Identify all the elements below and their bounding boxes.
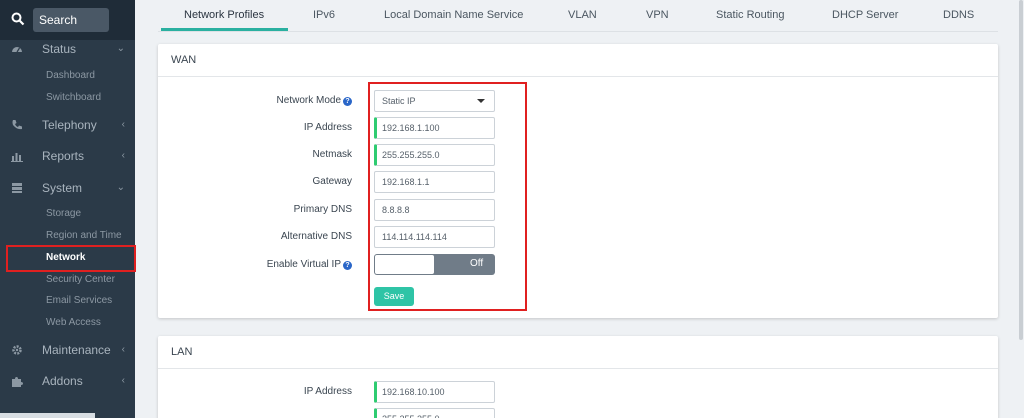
lan-ip-address-input[interactable]: 192.168.10.100 xyxy=(374,381,495,403)
tab-local-domain-name-service[interactable]: Local Domain Name Service xyxy=(384,9,523,21)
help-icon[interactable]: ? xyxy=(343,97,352,106)
sidebar-item-label: System xyxy=(42,181,83,195)
alternative-dns-label: Alternative DNS xyxy=(280,231,352,242)
save-row: Save xyxy=(158,287,998,311)
bar-chart-icon xyxy=(11,153,23,162)
tab-network-profiles[interactable]: Network Profiles xyxy=(184,9,264,21)
server-icon xyxy=(12,183,22,193)
sidebar: Search Status ⌄ Dashboard Switchboard Te… xyxy=(0,0,135,418)
netmask-row: Netmask 255.255.255.0 xyxy=(158,144,998,168)
tab-dhcp-server[interactable]: DHCP Server xyxy=(832,9,898,21)
puzzle-icon xyxy=(12,377,23,387)
sidebar-item-label: Maintenance xyxy=(42,343,111,357)
alternative-dns-row: Alternative DNS 114.114.114.114 xyxy=(158,226,998,250)
network-mode-label: Network Mode? xyxy=(277,95,352,106)
lan-panel-header: LAN xyxy=(158,336,998,369)
page-scrollbar-thumb[interactable] xyxy=(1019,0,1023,340)
chevron-left-icon: ‹ xyxy=(121,150,125,161)
help-icon[interactable]: ? xyxy=(343,261,352,270)
tab-ipv6[interactable]: IPv6 xyxy=(313,9,335,21)
sidebar-item-dashboard[interactable]: Dashboard xyxy=(46,68,95,84)
wan-panel-title: WAN xyxy=(171,54,197,66)
phone-icon xyxy=(12,120,22,130)
sidebar-item-reports[interactable]: Reports ‹ xyxy=(0,143,135,169)
sidebar-footer-strip xyxy=(0,413,95,418)
sidebar-item-region-and-time[interactable]: Region and Time xyxy=(46,228,122,244)
sidebar-item-label: Addons xyxy=(42,374,83,388)
tab-vpn[interactable]: VPN xyxy=(646,9,669,21)
sidebar-item-label: Status xyxy=(42,42,77,56)
search-row: Search xyxy=(0,0,135,40)
sidebar-item-telephony[interactable]: Telephony ‹ xyxy=(0,112,135,138)
lan-ip-address-row: IP Address 192.168.10.100 xyxy=(158,381,998,405)
lan-netmask-row: 255.255.255.0 xyxy=(158,408,998,418)
sidebar-item-system[interactable]: System ⌄ xyxy=(0,175,135,201)
chevron-left-icon: ‹ xyxy=(121,344,125,355)
ip-address-label: IP Address xyxy=(303,122,352,133)
sidebar-item-switchboard[interactable]: Switchboard xyxy=(46,90,101,106)
chevron-down-icon: ⌄ xyxy=(116,182,125,193)
virtual-ip-label: Enable Virtual IP? xyxy=(267,259,352,270)
sidebar-item-label: Telephony xyxy=(42,118,97,132)
gateway-row: Gateway 192.168.1.1 xyxy=(158,171,998,195)
network-highlight-box xyxy=(6,245,136,272)
sidebar-item-addons[interactable]: Addons ‹ xyxy=(0,368,135,394)
chevron-left-icon: ‹ xyxy=(121,119,125,130)
primary-dns-row: Primary DNS 8.8.8.8 xyxy=(158,199,998,223)
wan-form-highlight-box xyxy=(368,82,527,311)
wan-panel-header: WAN xyxy=(158,44,998,77)
gear-icon xyxy=(12,345,22,355)
sidebar-item-email-services[interactable]: Email Services xyxy=(46,293,112,309)
sidebar-item-maintenance[interactable]: Maintenance ‹ xyxy=(0,337,135,363)
sidebar-item-label: Reports xyxy=(42,149,85,163)
chevron-left-icon: ‹ xyxy=(121,375,125,386)
chevron-down-icon: ⌄ xyxy=(116,43,125,54)
active-tab-indicator xyxy=(161,28,288,31)
sidebar-item-security-center[interactable]: Security Center xyxy=(46,272,115,288)
search-icon[interactable] xyxy=(11,12,25,26)
tab-vlan[interactable]: VLAN xyxy=(568,9,597,21)
search-input[interactable]: Search xyxy=(33,8,109,32)
tab-static-routing[interactable]: Static Routing xyxy=(716,9,784,21)
lan-panel: LAN IP Address 192.168.10.100 255.255.25… xyxy=(158,336,998,418)
lan-netmask-input[interactable]: 255.255.255.0 xyxy=(374,408,495,418)
virtual-ip-row: Enable Virtual IP? Off xyxy=(158,254,998,278)
network-mode-row: Network Mode? Static IP xyxy=(158,90,998,114)
primary-dns-label: Primary DNS xyxy=(293,204,352,215)
lan-ip-address-label: IP Address xyxy=(303,386,352,397)
netmask-label: Netmask xyxy=(312,149,352,160)
gateway-label: Gateway xyxy=(312,176,352,187)
lan-panel-title: LAN xyxy=(171,346,193,358)
sidebar-item-web-access[interactable]: Web Access xyxy=(46,315,101,331)
tab-ddns[interactable]: DDNS xyxy=(943,9,974,21)
sidebar-item-status[interactable]: Status ⌄ xyxy=(0,36,135,62)
ip-address-row: IP Address 192.168.1.100 xyxy=(158,117,998,141)
wan-panel: WAN Network Mode? Static IP IP Address 1… xyxy=(158,44,998,318)
dashboard-icon xyxy=(12,47,22,53)
sidebar-item-storage[interactable]: Storage xyxy=(46,206,81,222)
